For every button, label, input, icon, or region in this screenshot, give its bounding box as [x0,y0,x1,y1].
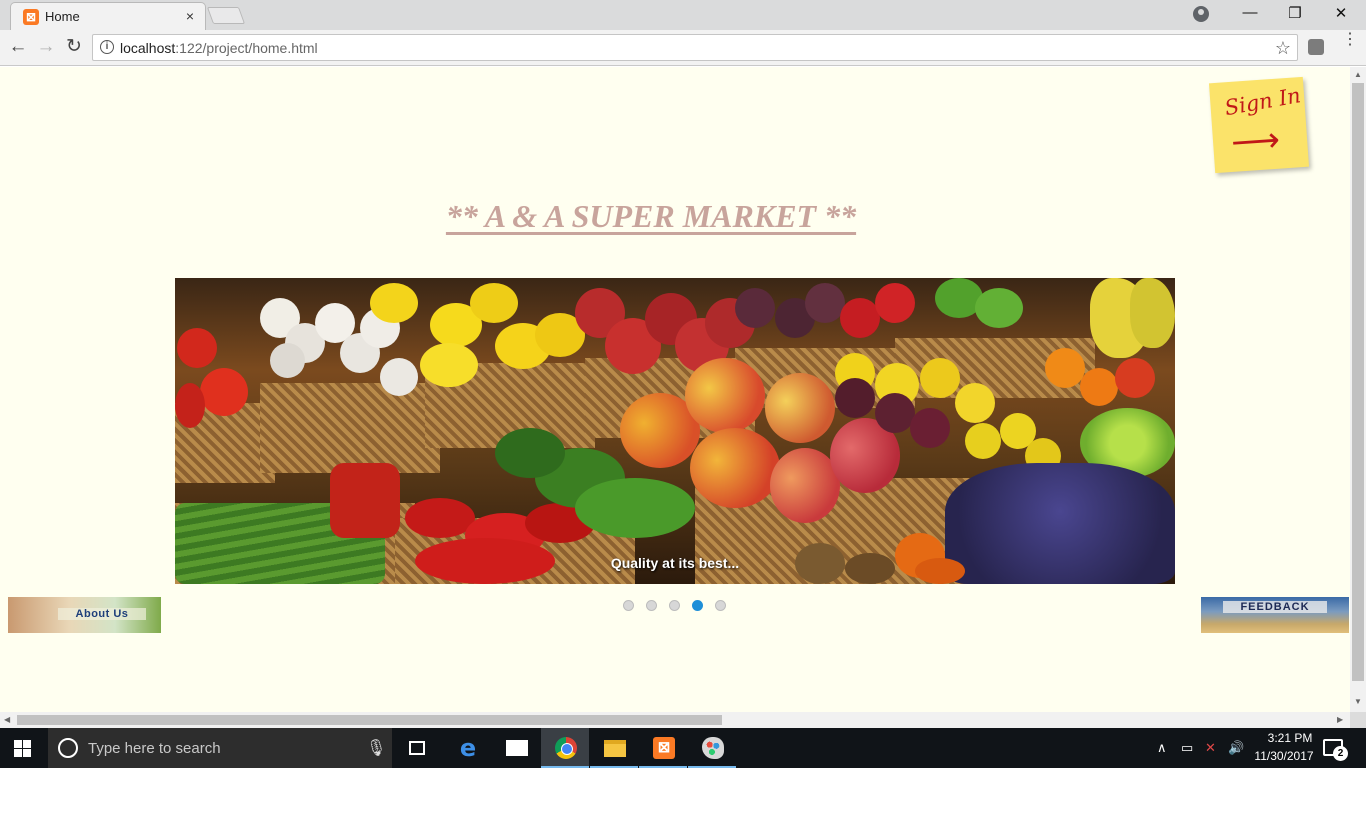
browser-tab[interactable]: ⊠ Home × [10,2,206,30]
close-window-button[interactable]: ✕ [1331,4,1351,22]
task-view-icon[interactable] [393,728,441,768]
about-us-button[interactable]: About Us [8,597,161,633]
new-tab-button[interactable] [206,7,246,24]
profile-icon[interactable] [1193,6,1209,22]
xampp-icon[interactable]: ⊠ [639,728,687,768]
battery-icon[interactable]: ▭ [1181,740,1193,756]
windows-start-icon[interactable] [14,740,31,757]
feedback-button[interactable]: FEEDBACK [1201,597,1349,633]
microphone-icon[interactable]: 🎙 [366,738,386,758]
url-text[interactable]: localhost:122/project/home.html [120,40,318,56]
tab-title: Home [45,9,80,24]
back-arrow-icon[interactable]: ← [7,37,29,57]
scroll-right-icon[interactable]: ▶ [1337,715,1343,724]
feedback-label: FEEDBACK [1223,601,1327,613]
scroll-down-icon[interactable]: ▼ [1354,697,1362,706]
slider-dot-5[interactable] [715,600,726,611]
arrow-right-icon: ⟶ [1229,120,1282,162]
cortana-icon[interactable] [58,738,78,758]
sign-in-label: Sign In [1222,83,1303,121]
url-path: :122/project/home.html [175,40,318,56]
vertical-scrollbar[interactable]: ▲ ▼ [1350,67,1366,712]
network-icon[interactable]: ✕ [1205,740,1216,756]
chevron-up-icon[interactable]: ∧ [1157,740,1167,756]
volume-icon[interactable]: 🔊 [1228,740,1244,756]
clock-date[interactable]: 11/30/2017 [1247,749,1321,763]
chrome-icon[interactable] [541,728,589,768]
scroll-left-icon[interactable]: ◀ [4,715,10,724]
mail-icon[interactable] [492,728,540,768]
site-info-icon[interactable]: i [100,40,114,54]
url-host: localhost [120,40,176,56]
horizontal-scrollbar[interactable]: ◀ ▶ [0,712,1350,728]
horizontal-scroll-thumb[interactable] [17,715,722,725]
vertical-scroll-thumb[interactable] [1352,83,1364,681]
search-placeholder: Type here to search [88,740,221,757]
page-title: ** A & A SUPER MARKET ** [445,198,857,234]
sign-in-button[interactable]: Sign In ⟶ [1208,76,1310,174]
extension-icon[interactable] [1308,39,1324,55]
slider-dot-4[interactable] [692,600,703,611]
bookmark-star-icon[interactable]: ☆ [1275,38,1291,59]
taskbar-search-box[interactable]: Type here to search 🎙 [48,728,392,768]
image-slider[interactable]: Quality at its best... [175,278,1175,584]
slider-dot-3[interactable] [669,600,680,611]
browser-toolbar: ← → ↻ i localhost:122/project/home.html … [0,30,1366,66]
slider-dot-2[interactable] [646,600,657,611]
page-viewport: Sign In ⟶ ** A & A SUPER MARKET ** Quali… [0,67,1350,712]
scroll-up-icon[interactable]: ▲ [1354,70,1362,79]
address-bar[interactable]: i localhost:122/project/home.html ☆ [92,34,1298,61]
browser-titlebar: ⊠ Home × — ❐ ✕ [0,0,1366,30]
clock-time[interactable]: 3:21 PM [1260,731,1320,745]
edge-icon[interactable]: e [443,728,491,768]
slider-dot-1[interactable] [623,600,634,611]
taskbar: Type here to search 🎙 e ⊠ ∧ ▭ ✕ 🔊 [0,728,1366,768]
about-us-label: About Us [58,608,146,620]
xampp-favicon-icon: ⊠ [23,9,39,25]
scroll-corner [1350,712,1366,728]
browser-menu-icon[interactable]: ⋮ [1342,32,1358,48]
minimize-button[interactable]: — [1240,4,1260,21]
reload-icon[interactable]: ↻ [63,37,85,57]
file-explorer-icon[interactable] [590,728,638,768]
slider-caption: Quality at its best... [610,555,740,571]
notification-count-badge: 2 [1333,746,1348,761]
tab-close-icon[interactable]: × [183,8,197,24]
restore-button[interactable]: ❐ [1285,4,1305,22]
forward-arrow-icon[interactable]: → [35,37,57,57]
paint-icon[interactable] [688,728,736,768]
